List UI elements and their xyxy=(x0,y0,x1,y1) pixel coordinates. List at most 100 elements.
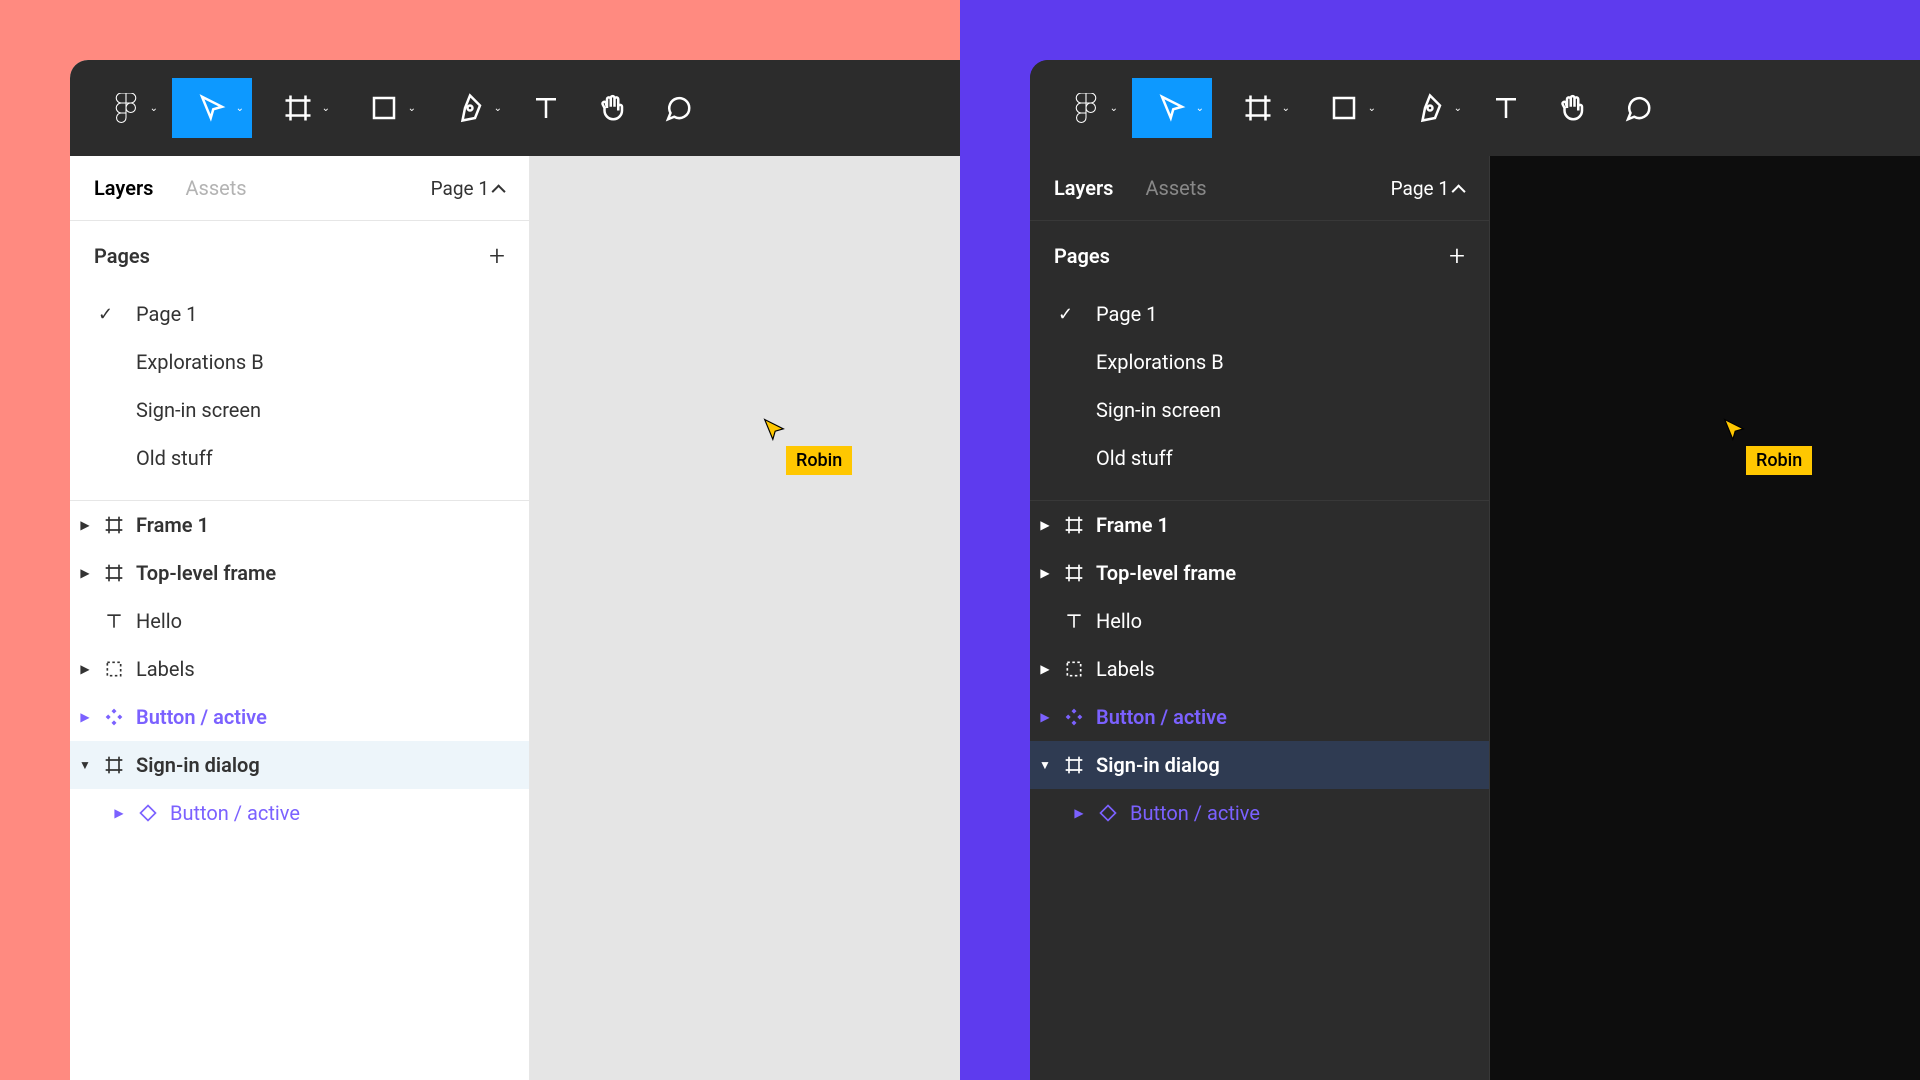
layer-item[interactable]: ▼ Sign-in dialog xyxy=(1030,741,1489,789)
frame-icon xyxy=(1243,93,1273,123)
page-label: Page 1 xyxy=(1096,302,1157,326)
pen-icon xyxy=(1415,93,1445,123)
comment-tool[interactable] xyxy=(1608,78,1668,138)
pen-tool[interactable]: ⌄ xyxy=(1390,78,1470,138)
layer-item[interactable]: ▶Button / active xyxy=(1030,789,1489,837)
text-tool[interactable] xyxy=(1476,78,1536,138)
shape-tool[interactable]: ⌄ xyxy=(344,78,424,138)
expand-icon[interactable]: ▶ xyxy=(78,710,92,724)
group-icon xyxy=(102,657,126,681)
expand-icon[interactable]: ▶ xyxy=(1038,566,1052,580)
page-item[interactable]: Sign-in screen xyxy=(70,386,529,434)
layer-item[interactable]: ▶Button / active xyxy=(70,693,529,741)
cursor-icon xyxy=(1720,416,1748,444)
expand-icon[interactable]: ▶ xyxy=(78,518,92,532)
page-item[interactable]: Explorations B xyxy=(1030,338,1489,386)
collapse-icon[interactable]: ▼ xyxy=(1038,758,1052,772)
text-tool[interactable] xyxy=(516,78,576,138)
comment-tool[interactable] xyxy=(648,78,708,138)
hand-tool[interactable] xyxy=(1542,78,1602,138)
expand-icon[interactable]: ▶ xyxy=(1038,518,1052,532)
page-item[interactable]: ✓ Page 1 xyxy=(1030,290,1489,338)
expand-icon[interactable]: ▶ xyxy=(112,806,126,820)
layer-item[interactable]: Hello xyxy=(1030,597,1489,645)
instance-icon xyxy=(136,801,160,825)
rectangle-icon xyxy=(369,93,399,123)
canvas[interactable]: Robin xyxy=(1490,156,1920,1080)
collaborator-name: Robin xyxy=(1746,446,1812,475)
left-sidebar: Layers Assets Page 1 Pages + ✓Page 1 Exp… xyxy=(70,156,530,1080)
frame-icon xyxy=(1062,753,1086,777)
layer-item[interactable]: ▶Button / active xyxy=(70,789,529,837)
chevron-down-icon: ⌄ xyxy=(1282,103,1290,114)
expand-icon[interactable]: ▶ xyxy=(1038,662,1052,676)
frame-icon xyxy=(102,561,126,585)
tab-layers[interactable]: Layers xyxy=(94,176,153,200)
expand-icon[interactable]: ▶ xyxy=(78,566,92,580)
hand-tool[interactable] xyxy=(582,78,642,138)
canvas[interactable]: Robin xyxy=(530,156,960,1080)
comment-icon xyxy=(663,93,693,123)
chevron-down-icon: ⌄ xyxy=(150,103,158,114)
chevron-down-icon: ⌄ xyxy=(1454,103,1462,114)
layer-item[interactable]: ▶ Button / active xyxy=(1030,693,1489,741)
page-label: Sign-in screen xyxy=(1096,398,1221,422)
figma-menu[interactable]: ⌄ xyxy=(86,78,166,138)
toolbar: ⌄ ⌄ ⌄ ⌄ ⌄ xyxy=(70,60,960,156)
layer-label: Button / active xyxy=(1096,705,1227,729)
component-icon xyxy=(1062,705,1086,729)
figma-logo-icon xyxy=(1071,93,1101,123)
chevron-down-icon: ⌄ xyxy=(1110,103,1118,114)
comment-icon xyxy=(1623,93,1653,123)
pen-tool[interactable]: ⌄ xyxy=(430,78,510,138)
tab-assets[interactable]: Assets xyxy=(1145,176,1206,200)
move-tool[interactable]: ⌄ xyxy=(1132,78,1212,138)
shape-tool[interactable]: ⌄ xyxy=(1304,78,1384,138)
cursor-icon xyxy=(1157,93,1187,123)
frame-tool[interactable]: ⌄ xyxy=(258,78,338,138)
page-item[interactable]: Old stuff xyxy=(1030,434,1489,482)
layer-item[interactable]: ▶Labels xyxy=(70,645,529,693)
frame-icon xyxy=(102,753,126,777)
page-selector[interactable]: Page 1 xyxy=(431,177,505,200)
layer-label: Sign-in dialog xyxy=(1096,753,1220,777)
page-item[interactable]: Explorations B xyxy=(70,338,529,386)
expand-icon[interactable]: ▶ xyxy=(78,662,92,676)
collaborator-name: Robin xyxy=(786,446,852,475)
text-icon xyxy=(102,609,126,633)
toolbar: ⌄ ⌄ ⌄ ⌄ ⌄ xyxy=(1030,60,1920,156)
add-page-button[interactable]: + xyxy=(489,239,505,272)
page-label: Explorations B xyxy=(1096,350,1224,374)
frame-icon xyxy=(1062,513,1086,537)
pages-heading: Pages xyxy=(94,244,150,268)
layer-item[interactable]: ▶ Frame 1 xyxy=(1030,501,1489,549)
layer-item[interactable]: ▶ Frame 1 xyxy=(70,501,529,549)
layer-label: Frame 1 xyxy=(1096,513,1169,537)
tab-assets[interactable]: Assets xyxy=(185,176,246,200)
check-icon: ✓ xyxy=(1058,304,1078,325)
frame-tool[interactable]: ⌄ xyxy=(1218,78,1298,138)
move-tool[interactable]: ⌄ xyxy=(172,78,252,138)
rectangle-icon xyxy=(1329,93,1359,123)
layer-item[interactable]: ▶Labels xyxy=(1030,645,1489,693)
page-item[interactable]: ✓Page 1 xyxy=(70,290,529,338)
expand-icon[interactable]: ▶ xyxy=(1072,806,1086,820)
figma-menu[interactable]: ⌄ xyxy=(1046,78,1126,138)
layer-item[interactable]: ▶Top-level frame xyxy=(1030,549,1489,597)
layer-item[interactable]: ▶Top-level frame xyxy=(70,549,529,597)
layer-label: Hello xyxy=(136,609,182,633)
collapse-icon[interactable]: ▼ xyxy=(78,758,92,772)
expand-icon[interactable]: ▶ xyxy=(1038,710,1052,724)
frame-icon xyxy=(102,513,126,537)
page-item[interactable]: Old stuff xyxy=(70,434,529,482)
layer-item[interactable]: Hello xyxy=(70,597,529,645)
layer-item[interactable]: ▼Sign-in dialog xyxy=(70,741,529,789)
page-selector[interactable]: Page 1 xyxy=(1391,177,1465,200)
layer-label: Frame 1 xyxy=(136,513,209,537)
chevron-down-icon: ⌄ xyxy=(322,103,330,114)
add-page-button[interactable]: + xyxy=(1449,239,1465,272)
page-item[interactable]: Sign-in screen xyxy=(1030,386,1489,434)
collaborator-cursor: Robin xyxy=(760,416,788,448)
tab-layers[interactable]: Layers xyxy=(1054,176,1113,200)
chevron-down-icon: ⌄ xyxy=(408,103,416,114)
